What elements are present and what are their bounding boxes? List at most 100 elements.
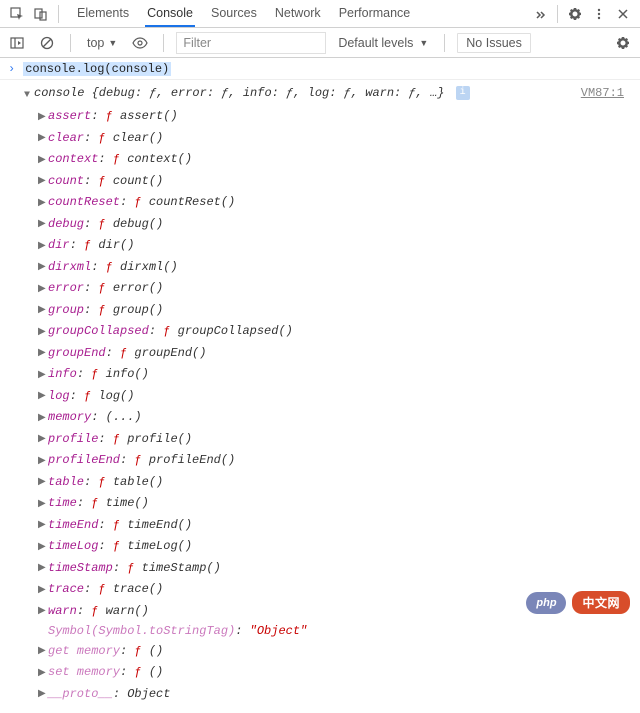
property-key: timeEnd — [48, 516, 98, 535]
info-badge-icon[interactable]: i — [456, 86, 470, 100]
property-row[interactable]: set memory: ƒ () — [38, 662, 632, 684]
divider — [70, 34, 71, 52]
gear-icon[interactable] — [612, 32, 634, 54]
property-key: info — [48, 365, 77, 384]
property-row[interactable]: assert: ƒ assert() — [38, 106, 632, 128]
kebab-icon[interactable] — [588, 3, 610, 25]
expand-toggle-icon[interactable] — [38, 302, 48, 321]
sidebar-toggle-icon[interactable] — [6, 32, 28, 54]
property-row[interactable]: log: ƒ log() — [38, 385, 632, 407]
expand-toggle-icon[interactable] — [38, 173, 48, 192]
property-row[interactable]: groupEnd: ƒ groupEnd() — [38, 342, 632, 364]
inspect-icon[interactable] — [6, 3, 28, 25]
more-tabs-icon[interactable] — [529, 3, 551, 25]
property-row[interactable]: timeStamp: ƒ timeStamp() — [38, 557, 632, 579]
issues-button[interactable]: No Issues — [457, 33, 531, 53]
property-row[interactable]: dir: ƒ dir() — [38, 235, 632, 257]
tab-elements[interactable]: Elements — [75, 0, 131, 27]
property-row[interactable]: get memory: ƒ () — [38, 640, 632, 662]
chevron-down-icon: ▼ — [419, 38, 428, 48]
expand-toggle-icon[interactable] — [38, 410, 48, 429]
expand-toggle-icon[interactable] — [38, 686, 48, 705]
source-link[interactable]: VM87:1 — [581, 84, 632, 103]
expand-toggle-icon[interactable] — [38, 388, 48, 407]
expand-toggle-icon[interactable] — [38, 603, 48, 622]
expand-toggle-icon[interactable] — [38, 539, 48, 558]
expand-toggle-icon[interactable] — [38, 281, 48, 300]
tab-network[interactable]: Network — [273, 0, 323, 27]
property-row[interactable]: profileEnd: ƒ profileEnd() — [38, 450, 632, 472]
expand-toggle-icon[interactable] — [24, 87, 34, 106]
tab-sources[interactable]: Sources — [209, 0, 259, 27]
property-row[interactable]: clear: ƒ clear() — [38, 127, 632, 149]
expand-toggle-icon[interactable] — [38, 152, 48, 171]
property-row[interactable]: info: ƒ info() — [38, 364, 632, 386]
property-row[interactable]: countReset: ƒ countReset() — [38, 192, 632, 214]
property-row[interactable]: context: ƒ context() — [38, 149, 632, 171]
expand-toggle-icon[interactable] — [38, 324, 48, 343]
property-row[interactable]: error: ƒ error() — [38, 278, 632, 300]
property-row[interactable]: groupCollapsed: ƒ groupCollapsed() — [38, 321, 632, 343]
expand-toggle-icon[interactable] — [38, 517, 48, 536]
expand-toggle-icon[interactable] — [38, 195, 48, 214]
property-key: timeStamp — [48, 559, 113, 578]
property-row[interactable]: timeLog: ƒ timeLog() — [38, 536, 632, 558]
property-row[interactable]: memory: (...) — [38, 407, 632, 429]
property-row[interactable]: count: ƒ count() — [38, 170, 632, 192]
clear-console-icon[interactable] — [36, 32, 58, 54]
property-row[interactable]: debug: ƒ debug() — [38, 213, 632, 235]
property-row[interactable]: table: ƒ table() — [38, 471, 632, 493]
log-levels-selector[interactable]: Default levels ▼ — [334, 36, 432, 50]
expand-toggle-icon[interactable] — [38, 216, 48, 235]
property-key: debug — [48, 215, 84, 234]
tab-console[interactable]: Console — [145, 0, 195, 27]
tab-performance[interactable]: Performance — [337, 0, 413, 27]
result-summary[interactable]: console {debug: ƒ, error: ƒ, info: ƒ, lo… — [34, 84, 581, 103]
expand-toggle-icon[interactable] — [38, 238, 48, 257]
device-toggle-icon[interactable] — [30, 3, 52, 25]
entered-command[interactable]: console.log(console) — [23, 62, 171, 76]
property-key: profileEnd — [48, 451, 120, 470]
property-row[interactable]: timeEnd: ƒ timeEnd() — [38, 514, 632, 536]
property-row[interactable]: profile: ƒ profile() — [38, 428, 632, 450]
property-value: ƒ group() — [98, 301, 163, 320]
property-row[interactable]: Symbol(Symbol.toStringTag): "Object" — [38, 622, 632, 641]
property-row[interactable]: __proto__: Object — [38, 683, 632, 705]
filter-input[interactable] — [176, 32, 326, 54]
expand-toggle-icon[interactable] — [38, 582, 48, 601]
expand-toggle-icon[interactable] — [38, 474, 48, 493]
expand-toggle-icon[interactable] — [38, 130, 48, 149]
property-key: groupEnd — [48, 344, 106, 363]
expand-toggle-icon[interactable] — [38, 259, 48, 278]
expand-toggle-icon[interactable] — [38, 367, 48, 386]
expand-toggle-icon[interactable] — [38, 560, 48, 579]
property-value: ƒ timeEnd() — [113, 516, 192, 535]
expand-toggle-icon[interactable] — [38, 345, 48, 364]
property-value: ƒ timeLog() — [113, 537, 192, 556]
context-selector[interactable]: top ▼ — [83, 34, 121, 52]
property-key: get memory — [48, 642, 120, 661]
eye-icon[interactable] — [129, 32, 151, 54]
property-row[interactable]: dirxml: ƒ dirxml() — [38, 256, 632, 278]
close-icon[interactable] — [612, 3, 634, 25]
property-row[interactable]: time: ƒ time() — [38, 493, 632, 515]
property-row[interactable]: group: ƒ group() — [38, 299, 632, 321]
panel-tabs: Elements Console Sources Network Perform… — [75, 0, 527, 27]
expand-toggle-icon[interactable] — [38, 496, 48, 515]
property-key: Symbol(Symbol.toStringTag) — [48, 622, 235, 641]
expand-toggle-icon[interactable] — [38, 431, 48, 450]
gear-icon[interactable] — [564, 3, 586, 25]
property-value: ƒ context() — [113, 150, 192, 169]
property-key: count — [48, 172, 84, 191]
property-value: ƒ warn() — [91, 602, 149, 621]
expand-toggle-icon[interactable] — [38, 109, 48, 128]
property-value: ƒ profileEnd() — [134, 451, 235, 470]
divider — [444, 34, 445, 52]
expand-toggle-icon[interactable] — [38, 643, 48, 662]
property-key: log — [48, 387, 70, 406]
property-key: profile — [48, 430, 98, 449]
watermark-text: 中文网 — [572, 591, 630, 614]
expand-toggle-icon[interactable] — [38, 665, 48, 684]
expand-toggle-icon[interactable] — [38, 453, 48, 472]
property-key: __proto__ — [48, 685, 113, 704]
